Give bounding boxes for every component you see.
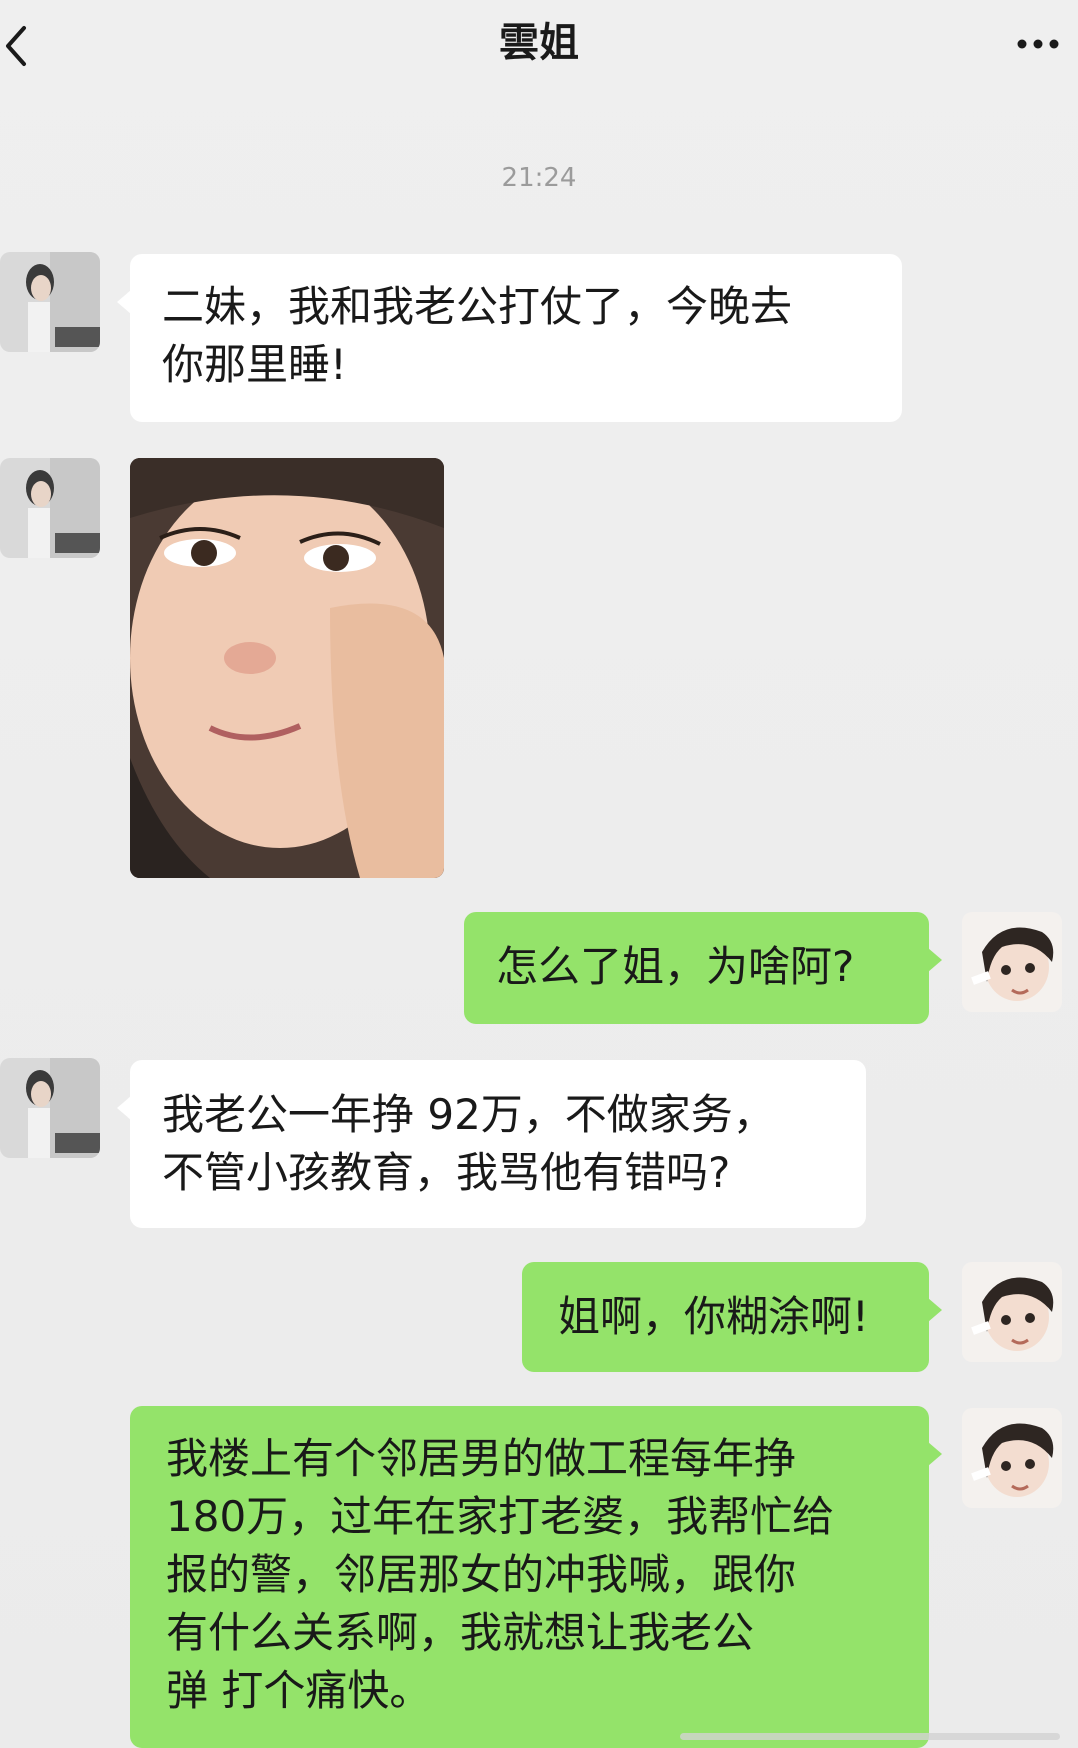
message-text-line: 我楼上有个邻居男的做工程每年挣 [166, 1434, 797, 1483]
my-avatar[interactable] [962, 1408, 1062, 1508]
contact-avatar[interactable] [0, 458, 100, 558]
home-indicator[interactable] [680, 1733, 1060, 1740]
contact-avatar-image [0, 458, 100, 558]
message-text-line: 不管小孩教育，我骂他有错吗? [162, 1148, 731, 1197]
my-avatar-image [962, 1408, 1062, 1508]
more-dots-icon [1017, 39, 1059, 49]
contact-avatar-image [0, 1058, 100, 1158]
message-bubble-incoming[interactable]: 二妹，我和我老公打仗了，今晚去 你那里睡! [117, 254, 902, 422]
message-text-line: 你那里睡! [162, 340, 347, 389]
chat-header: 雲姐 [0, 0, 1078, 92]
message-text-line: 180万，过年在家打老婆，我帮忙给 [166, 1492, 835, 1541]
message-text-line: 报的警，邻居那女的冲我喊，跟你 [166, 1550, 797, 1599]
contact-avatar[interactable] [0, 252, 100, 352]
my-avatar[interactable] [962, 912, 1062, 1012]
my-avatar-image [962, 912, 1062, 1012]
message-bubble-outgoing[interactable]: 我楼上有个邻居男的做工程每年挣 180万，过年在家打老婆，我帮忙给 报的警，邻居… [130, 1406, 942, 1748]
message-text-line: 姐啊，你糊涂啊! [558, 1292, 869, 1341]
message-text-line: 二妹，我和我老公打仗了，今晚去 [162, 282, 793, 331]
message-text-line: 弹 打个痛快。 [166, 1666, 432, 1715]
chat-title: 雲姐 [499, 20, 579, 66]
message-text-line: 怎么了姐，为啥阿? [496, 942, 855, 991]
my-avatar-image [962, 1262, 1062, 1362]
message-bubble-outgoing[interactable]: 姐啊，你糊涂啊! [522, 1262, 942, 1372]
more-button[interactable] [1008, 24, 1068, 64]
message-text-line: 有什么关系啊，我就想让我老公 [166, 1608, 755, 1657]
message-timestamp: 21:24 [501, 163, 577, 193]
message-image[interactable] [130, 458, 444, 878]
chat-screen: 雲姐 21:24 二妹，我和我老公打仗了，今晚去 你那里睡! 怎么了姐，为啥阿?… [0, 0, 1078, 1748]
message-text-line: 我老公一年挣 92万，不做家务， [162, 1090, 775, 1139]
contact-avatar[interactable] [0, 1058, 100, 1158]
crying-woman-photo [130, 458, 444, 878]
message-bubble-outgoing[interactable]: 怎么了姐，为啥阿? [464, 912, 942, 1024]
my-avatar[interactable] [962, 1262, 1062, 1362]
message-bubble-incoming[interactable]: 我老公一年挣 92万，不做家务， 不管小孩教育，我骂他有错吗? [117, 1060, 866, 1228]
contact-avatar-image [0, 252, 100, 352]
